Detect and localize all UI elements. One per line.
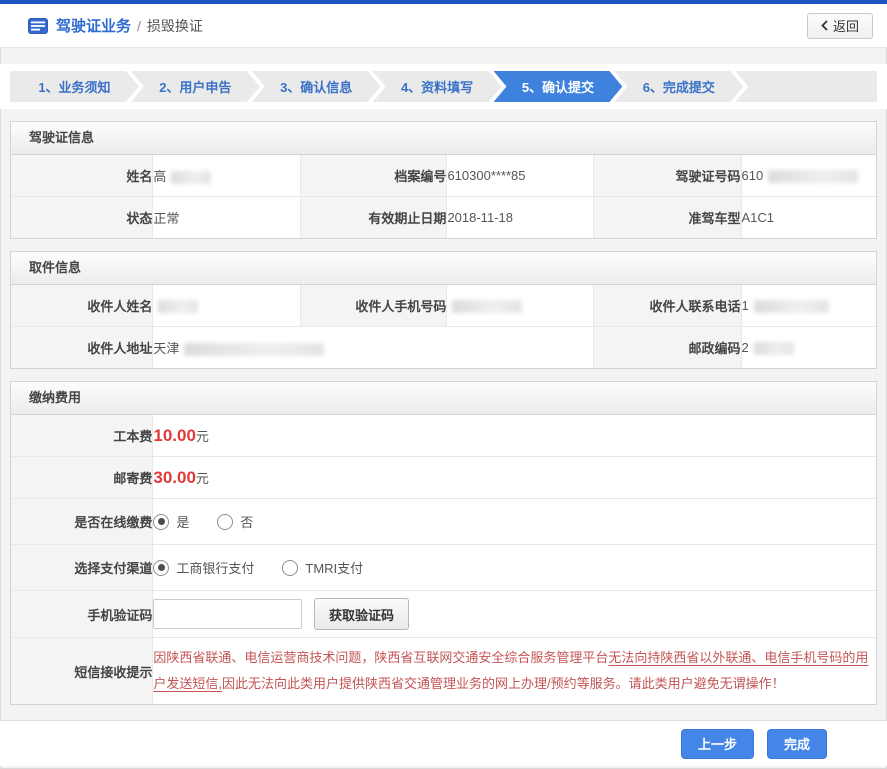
footer-actions: 上一步 完成 <box>0 720 887 766</box>
sms-notice-text: 因陕西省联通、电信运营商技术问题，陕西省互联网交通安全综合服务管理平台无法向持陕… <box>152 637 877 705</box>
license-no-value: 610 <box>740 154 877 197</box>
radio-unchecked-icon <box>282 559 299 576</box>
recipient-phone-label: 收件人联系电话 <box>592 284 742 327</box>
work-fee-label: 工本费 <box>10 414 154 457</box>
redacted-value <box>452 300 523 314</box>
license-info-panel: 驾驶证信息 姓名 高 档案编号 610300****85 驾驶证号码 610 状… <box>10 121 877 239</box>
postcode-label: 邮政编码 <box>592 326 742 369</box>
fees-table: 工本费 10.00元 邮寄费 30.00元 是否在线缴费 是 否 选择支付渠道 … <box>10 414 877 705</box>
pickup-table: 收件人姓名 收件人手机号码 收件人联系电话 1 收件人地址 天津 邮政编码 2 <box>10 284 877 369</box>
license-no-label: 驾驶证号码 <box>592 154 742 197</box>
table-row: 短信接收提示 因陕西省联通、电信运营商技术问题，陕西省互联网交通安全综合服务管理… <box>10 637 877 705</box>
breadcrumb-separator: / <box>137 17 141 34</box>
back-button[interactable]: 返回 <box>806 12 873 39</box>
radio-label: 是 <box>176 515 190 530</box>
radio-label: 工商银行支付 <box>176 561 255 576</box>
step-4-fill-materials: 4、资料填写 <box>373 71 502 102</box>
radio-checked-icon <box>153 559 170 576</box>
license-section-title: 驾驶证信息 <box>11 122 876 155</box>
recipient-mobile-value <box>446 284 594 327</box>
online-pay-options: 是 否 <box>153 512 876 531</box>
redacted-value <box>171 171 212 185</box>
postage-label: 邮寄费 <box>10 456 154 499</box>
file-no-label: 档案编号 <box>300 154 448 197</box>
pay-channel-options: 工商银行支付 TMRI支付 <box>153 558 876 577</box>
vehicle-class-label: 准驾车型 <box>592 196 742 239</box>
step-3-confirm-info: 3、确认信息 <box>252 71 381 102</box>
recipient-name-value <box>152 284 302 327</box>
sms-code-value-cell: 获取验证码 <box>152 590 877 638</box>
postage-amount: 30.00 <box>153 467 196 487</box>
recipient-name-label: 收件人姓名 <box>10 284 154 327</box>
pay-channel-label: 选择支付渠道 <box>10 544 154 591</box>
fees-section-title: 缴纳费用 <box>11 382 876 415</box>
step-5-confirm-submit-active: 5、确认提交 <box>494 71 623 102</box>
sms-notice-label: 短信接收提示 <box>10 637 154 705</box>
step-2-user-declaration: 2、用户申告 <box>131 71 260 102</box>
recipient-address-value: 天津 <box>152 326 594 369</box>
step-6-complete-submit: 6、完成提交 <box>614 71 743 102</box>
breadcrumb-current: 损毁换证 <box>146 17 203 34</box>
work-fee-value: 10.00元 <box>152 414 877 457</box>
redacted-value <box>768 170 859 184</box>
get-code-button[interactable]: 获取验证码 <box>313 598 409 630</box>
online-pay-value: 是 否 <box>152 498 877 545</box>
table-row: 状态 正常 有效期止日期 2018-11-18 准驾车型 A1C1 <box>10 196 877 239</box>
work-fee-unit: 元 <box>195 428 209 444</box>
expiry-label: 有效期止日期 <box>300 196 448 239</box>
license-form-icon <box>28 17 48 34</box>
status-value: 正常 <box>152 196 302 239</box>
redacted-value <box>753 300 829 314</box>
radio-option-tmri[interactable]: TMRI支付 <box>282 558 363 577</box>
sms-code-input[interactable] <box>153 599 303 629</box>
table-row: 收件人姓名 收件人手机号码 收件人联系电话 1 <box>10 284 877 327</box>
postage-unit: 元 <box>195 470 209 486</box>
redacted-value <box>753 342 794 356</box>
pickup-info-panel: 取件信息 收件人姓名 收件人手机号码 收件人联系电话 1 收件人地址 天津 邮政… <box>10 251 877 369</box>
sms-code-label: 手机验证码 <box>10 590 154 638</box>
work-fee-amount: 10.00 <box>153 425 196 445</box>
step-wizard: 1、业务须知 2、用户申告 3、确认信息 4、资料填写 5、确认提交 6、完成提… <box>0 64 887 109</box>
recipient-address-label: 收件人地址 <box>10 326 154 369</box>
status-label: 状态 <box>10 196 154 239</box>
license-table: 姓名 高 档案编号 610300****85 驾驶证号码 610 状态 正常 有… <box>10 154 877 239</box>
postcode-value: 2 <box>740 326 877 369</box>
radio-option-yes[interactable]: 是 <box>153 512 189 531</box>
redacted-value <box>184 343 325 357</box>
radio-label: TMRI支付 <box>305 561 364 576</box>
redacted-value <box>158 300 199 314</box>
name-value: 高 <box>152 154 302 197</box>
previous-step-button[interactable]: 上一步 <box>680 728 754 759</box>
table-row: 工本费 10.00元 <box>10 414 877 457</box>
table-row: 选择支付渠道 工商银行支付 TMRI支付 <box>10 544 877 591</box>
finish-button[interactable]: 完成 <box>766 728 827 759</box>
page-header: 驾驶证业务 / 损毁换证 返回 <box>0 4 887 48</box>
step-1-business-notes: 1、业务须知 <box>10 71 139 102</box>
file-no-value: 610300****85 <box>446 154 594 197</box>
radio-label: 否 <box>240 515 254 530</box>
expiry-value: 2018-11-18 <box>446 196 594 239</box>
radio-option-icbc[interactable]: 工商银行支付 <box>153 558 254 577</box>
vehicle-class-value: A1C1 <box>740 196 877 239</box>
table-row: 收件人地址 天津 邮政编码 2 <box>10 326 877 369</box>
radio-unchecked-icon <box>217 513 234 530</box>
chevron-left-icon <box>821 20 828 31</box>
page-title: 驾驶证业务 <box>56 18 132 35</box>
table-row: 姓名 高 档案编号 610300****85 驾驶证号码 610 <box>10 154 877 197</box>
postage-value: 30.00元 <box>152 456 877 499</box>
back-button-label: 返回 <box>832 19 859 34</box>
radio-checked-icon <box>153 513 170 530</box>
pickup-section-title: 取件信息 <box>11 252 876 285</box>
table-row: 手机验证码 获取验证码 <box>10 590 877 638</box>
fees-panel: 缴纳费用 工本费 10.00元 邮寄费 30.00元 是否在线缴费 是 否 选择… <box>10 381 877 705</box>
pay-channel-value: 工商银行支付 TMRI支付 <box>152 544 877 591</box>
recipient-phone-value: 1 <box>740 284 877 327</box>
table-row: 邮寄费 30.00元 <box>10 456 877 499</box>
step-filler <box>735 71 878 102</box>
radio-option-no[interactable]: 否 <box>217 512 253 531</box>
name-label: 姓名 <box>10 154 154 197</box>
table-row: 是否在线缴费 是 否 <box>10 498 877 545</box>
recipient-mobile-label: 收件人手机号码 <box>300 284 448 327</box>
online-pay-label: 是否在线缴费 <box>10 498 154 545</box>
